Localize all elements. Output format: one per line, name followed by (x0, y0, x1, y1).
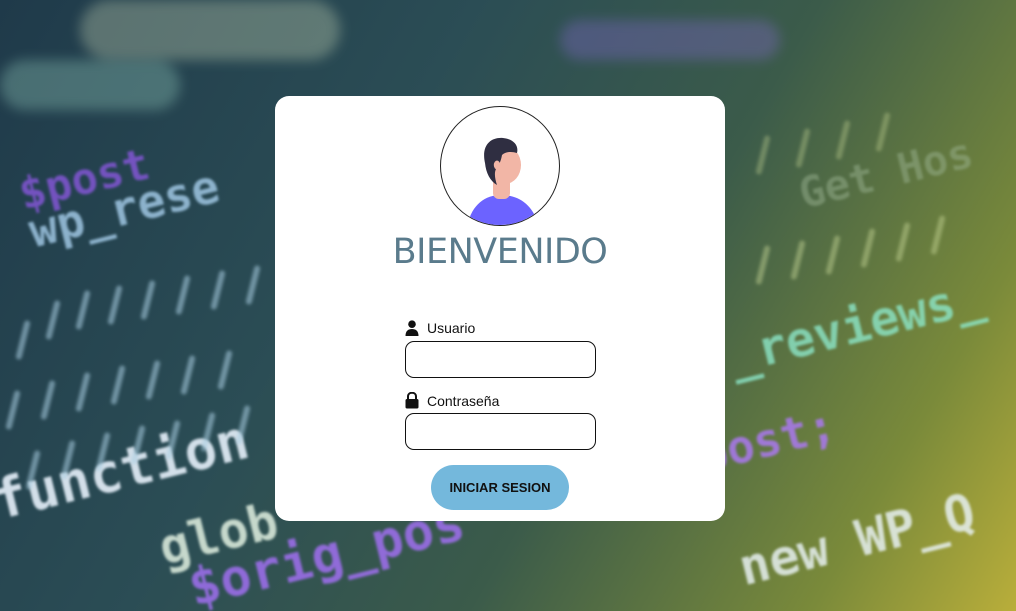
password-input[interactable] (405, 413, 596, 450)
username-input[interactable] (405, 341, 596, 378)
page-title: BIENVENIDO (392, 232, 608, 272)
bg-code-fragment: Get Hos (794, 127, 978, 219)
bg-code-fragment: new WP_Q (732, 482, 981, 598)
bg-code-fragment: _reviews_ (723, 267, 990, 386)
person-icon (405, 320, 419, 336)
password-label: Contraseña (405, 392, 499, 409)
login-button[interactable]: INICIAR SESION (431, 465, 569, 510)
login-card: BIENVENIDO Usuario Contraseña INICIAR SE… (275, 96, 725, 521)
password-label-text: Contraseña (427, 392, 500, 409)
username-label-text: Usuario (427, 320, 476, 336)
user-avatar-icon (440, 106, 560, 226)
username-label: Usuario (405, 320, 475, 336)
lock-icon (405, 392, 419, 409)
